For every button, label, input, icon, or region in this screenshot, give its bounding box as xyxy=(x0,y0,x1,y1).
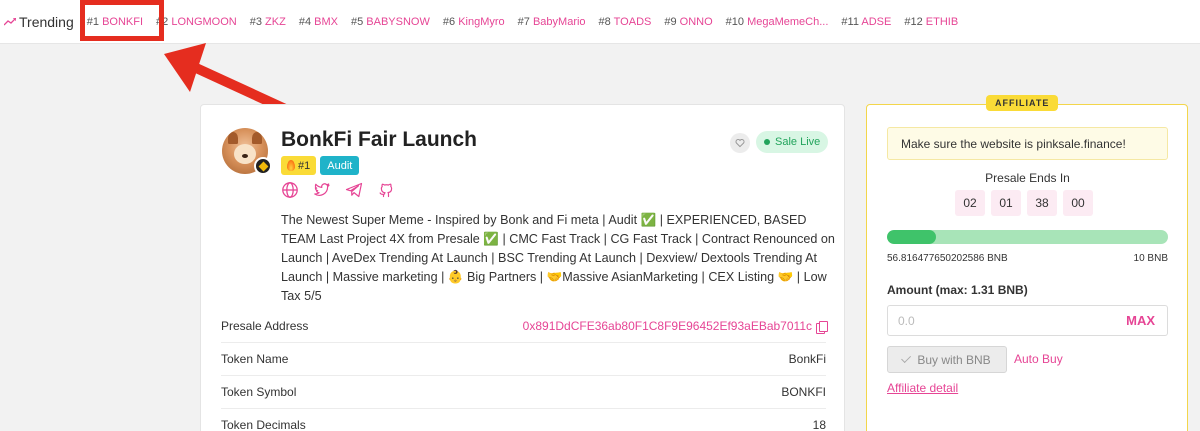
trending-item-megamemech[interactable]: #10 MegaMemeCh... xyxy=(726,16,829,28)
check-icon xyxy=(901,353,912,364)
countdown-hours: 01 xyxy=(991,190,1021,216)
trending-up-icon xyxy=(4,17,16,25)
bnb-chain-icon xyxy=(254,157,272,175)
github-icon[interactable] xyxy=(377,181,395,199)
trending-item-babysnow[interactable]: #5 BABYSNOW xyxy=(351,16,430,28)
buy-button-label: Buy with BNB xyxy=(917,352,991,367)
trending-item-babymario[interactable]: #7 BabyMario xyxy=(518,16,586,28)
info-value: BONKFI xyxy=(781,385,826,399)
trending-item-onno[interactable]: #9 ONNO xyxy=(664,16,712,28)
info-row-token-symbol: Token Symbol BONKFI xyxy=(221,376,826,409)
affiliate-tag: AFFILIATE xyxy=(986,95,1059,111)
info-row-token-decimals: Token Decimals 18 xyxy=(221,409,826,431)
sale-status-badge: Sale Live xyxy=(756,131,829,153)
copy-icon[interactable] xyxy=(816,320,828,334)
twitter-icon[interactable] xyxy=(313,181,331,199)
countdown-timer: 02 01 38 00 xyxy=(955,190,1093,216)
audit-badge[interactable]: Audit xyxy=(320,156,360,175)
info-value: 18 xyxy=(812,418,826,431)
project-description: The Newest Super Meme - Inspired by Bonk… xyxy=(281,213,835,303)
info-label: Token Decimals xyxy=(221,418,306,431)
trending-list: #1 BONKFI #2 LONGMOON #3 ZKZ #4 BMX #5 B… xyxy=(87,16,958,28)
info-row-token-name: Token Name BonkFi xyxy=(221,343,826,376)
auto-buy-link[interactable]: Auto Buy xyxy=(1014,352,1063,366)
presale-address-link[interactable]: 0x891DdCFE36ab80F1C8F9E96452Ef93aEBab701… xyxy=(523,319,828,334)
progress-fill xyxy=(887,230,937,244)
telegram-icon[interactable] xyxy=(345,181,363,199)
trending-item-zkz[interactable]: #3 ZKZ xyxy=(250,16,286,28)
trending-item-adse[interactable]: #11 ADSE xyxy=(841,16,891,28)
info-label: Token Name xyxy=(221,352,289,366)
presale-ends-label: Presale Ends In xyxy=(985,171,1070,185)
amount-input[interactable] xyxy=(888,306,1108,335)
rank-badge-label: #1 xyxy=(298,159,311,172)
affiliate-detail-link[interactable]: Affiliate detail xyxy=(887,381,958,395)
favorite-button[interactable] xyxy=(730,133,750,153)
trending-item-bmx[interactable]: #4 BMX xyxy=(299,16,338,28)
social-links xyxy=(281,181,395,199)
countdown-minutes: 38 xyxy=(1027,190,1057,216)
trending-item-bonkfi[interactable]: #1 BONKFI xyxy=(87,16,143,28)
trending-bar: Trending #1 BONKFI #2 LONGMOON #3 ZKZ #4… xyxy=(0,0,1200,44)
buy-with-bnb-button[interactable]: Buy with BNB xyxy=(887,346,1007,373)
sale-status-label: Sale Live xyxy=(775,136,821,148)
progress-bar xyxy=(887,230,1168,244)
max-button[interactable]: MAX xyxy=(1126,313,1155,328)
info-value: BonkFi xyxy=(788,352,826,366)
countdown-seconds: 00 xyxy=(1063,190,1093,216)
trending-item-longmoon[interactable]: #2 LONGMOON xyxy=(156,16,237,28)
raised-amount: 56.816477650202586 BNB xyxy=(887,253,1008,264)
heart-icon xyxy=(735,138,745,148)
trending-item-ethib[interactable]: #12 ETHIB xyxy=(904,16,958,28)
info-label: Presale Address xyxy=(221,319,309,333)
token-info-table: Presale Address 0x891DdCFE36ab80F1C8F9E9… xyxy=(221,310,828,431)
trending-item-toads[interactable]: #8 TOADS xyxy=(599,16,652,28)
amount-field: MAX xyxy=(887,305,1168,336)
globe-icon[interactable] xyxy=(281,181,299,199)
website-warning: Make sure the website is pinksale.financ… xyxy=(887,127,1168,160)
trending-label: Trending xyxy=(4,14,74,30)
info-label: Token Symbol xyxy=(221,385,297,399)
countdown-days: 02 xyxy=(955,190,985,216)
trending-item-kingmyro[interactable]: #6 KingMyro xyxy=(443,16,505,28)
project-badges: #1 Audit xyxy=(281,156,360,175)
trending-label-text: Trending xyxy=(19,13,74,30)
amount-label: Amount (max: 1.31 BNB) xyxy=(887,283,1028,297)
project-title: BonkFi Fair Launch xyxy=(281,128,478,151)
info-row-presale-address: Presale Address 0x891DdCFE36ab80F1C8F9E9… xyxy=(221,310,828,343)
hardcap-amount: 10 BNB xyxy=(1133,253,1168,264)
status-dot xyxy=(764,139,770,145)
project-card: BonkFi Fair Launch #1 Audit Sale Live Th… xyxy=(200,104,845,431)
trending-rank-badge: #1 xyxy=(281,156,317,175)
fire-icon xyxy=(287,160,295,171)
